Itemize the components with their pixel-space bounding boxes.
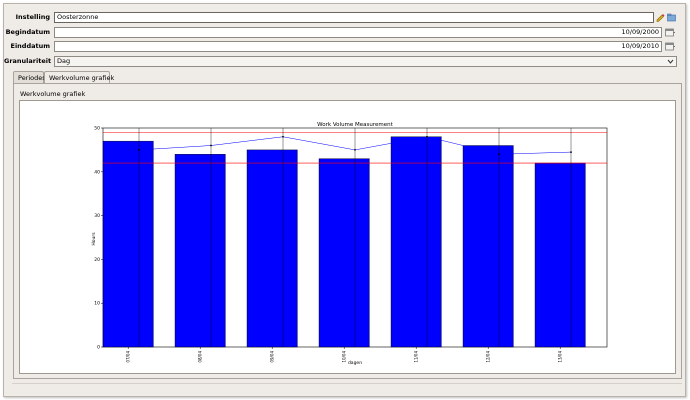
granulariteit-label: Granulariteit: [4, 57, 52, 65]
x-tick-label: 07/04: [126, 351, 131, 363]
instelling-label: Instelling: [15, 13, 50, 21]
calendar-icon[interactable]: [665, 28, 675, 37]
x-tick-label: 12/04: [486, 351, 491, 363]
bar: [174, 154, 226, 348]
y-tick-label: 20: [94, 257, 100, 263]
bar: [390, 136, 442, 348]
granulariteit-value: Dag: [57, 57, 71, 65]
begindatum-input[interactable]: 10/09/2000: [54, 27, 662, 38]
granulariteit-row: Granulariteit Dag: [4, 56, 687, 67]
series-point: [138, 149, 140, 151]
bar: [246, 149, 298, 348]
series-point: [570, 151, 572, 153]
chart-container: Work Volume Measurement Hours dagen 0 10 2…: [19, 100, 676, 374]
y-tick-label: 50: [94, 126, 100, 132]
x-tick-label: 08/04: [198, 351, 203, 363]
x-tick-label: 09/04: [270, 351, 275, 363]
begindatum-label: Begindatum: [5, 28, 50, 36]
calendar-icon[interactable]: [665, 42, 675, 51]
status-bar: [12, 383, 682, 394]
series-point: [426, 135, 428, 138]
series-point: [210, 144, 212, 147]
work-volume-chart: Work Volume Measurement Hours dagen 0 10 2…: [91, 122, 608, 366]
bar: [318, 158, 370, 348]
einddatum-row: Einddatum 10/09/2010: [4, 41, 687, 52]
series-point: [354, 149, 356, 151]
einddatum-label: Einddatum: [10, 42, 51, 50]
y-tick-label: 10: [94, 301, 100, 307]
series-point: [498, 153, 500, 156]
x-tick-label: 13/04: [558, 351, 563, 363]
main-window: Instelling Oosterzonne Begindatum 10/09/…: [3, 3, 686, 397]
chevron-down-icon[interactable]: [667, 57, 674, 66]
bar: [102, 140, 154, 348]
begindatum-row: Begindatum 10/09/2000: [4, 27, 687, 38]
instelling-row: Instelling Oosterzonne: [4, 12, 687, 23]
chart-xlabel: dagen: [348, 360, 362, 366]
y-tick-label: 40: [94, 169, 100, 175]
panel-title: Werkvolume grafiek: [20, 90, 86, 98]
instelling-input[interactable]: Oosterzonne: [54, 12, 654, 23]
series-point: [282, 135, 284, 138]
granulariteit-select[interactable]: Dag: [54, 56, 677, 67]
tab-periodes[interactable]: Periodes: [13, 71, 46, 83]
einddatum-input[interactable]: 10/09/2010: [54, 41, 662, 52]
chart-title: Work Volume Measurement: [317, 122, 393, 128]
x-tick-label: 10/04: [342, 351, 347, 363]
bar: [534, 162, 586, 348]
y-tick-label: 30: [94, 213, 100, 219]
x-tick-label: 11/04: [414, 351, 419, 363]
pencil-icon[interactable]: [656, 13, 665, 22]
folder-icon[interactable]: [667, 13, 676, 22]
chart-ylabel: Hours: [91, 232, 97, 246]
y-tick-label: 0: [97, 345, 100, 351]
bar: [462, 145, 514, 348]
tab-panel: Werkvolume grafiek Work Volume Measureme…: [13, 83, 682, 379]
